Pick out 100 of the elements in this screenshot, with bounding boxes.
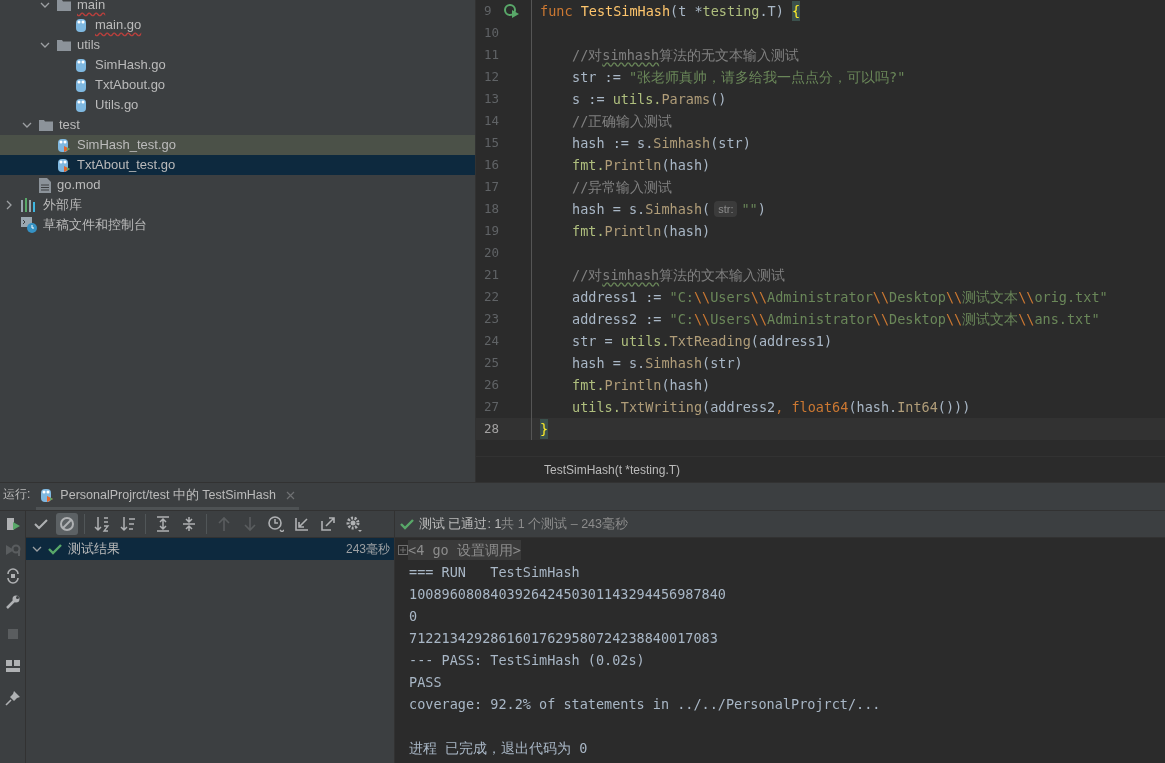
code-line: //正确输入测试 [571, 111, 673, 131]
tree-item[interactable]: TxtAbout.go [0, 75, 475, 95]
tree-item-label: main [77, 0, 106, 15]
tree-item-label: SimHash_test.go [77, 136, 176, 155]
tree-item-label: utils [77, 36, 101, 55]
tree-item-label: go.mod [57, 176, 101, 195]
line-number: 17 [483, 177, 501, 196]
tree-item[interactable]: SimHash_test.go [0, 135, 475, 155]
code-line: func TestSimHash(t *testing.T) { [532, 0, 801, 22]
console-line: PASS [409, 672, 442, 692]
breadcrumb[interactable]: TestSimHash(t *testing.T) [544, 460, 681, 479]
tree-item[interactable]: SimHash.go [0, 55, 475, 75]
gopher-icon [40, 487, 55, 503]
line-number: 19 [483, 221, 501, 240]
folder-icon [57, 0, 71, 11]
line-number: 24 [483, 331, 501, 350]
tree-item[interactable]: main.go [0, 15, 475, 35]
code-line: address2 := "C:\\Users\\Administrator\\Desktop\\测试文本\\ans.txt" [571, 309, 1100, 329]
run-test-icon[interactable] [504, 3, 520, 19]
tree-item[interactable]: TxtAbout_test.go [0, 155, 475, 175]
chevron-down-icon[interactable] [40, 40, 50, 50]
wrench-icon[interactable] [4, 594, 21, 610]
settings-icon [346, 516, 362, 532]
toolbar-button[interactable] [56, 513, 78, 535]
tree-item-label: SimHash.go [95, 56, 166, 75]
tree-item[interactable]: go.mod [0, 175, 475, 195]
console-line: --- PASS: TestSimHash (0.02s) [409, 650, 645, 670]
line-number: 9 [483, 1, 493, 20]
console-line: 进程 已完成，退出代码为 0 [409, 738, 588, 758]
run-tab[interactable]: PersonalProjrct/test 中的 TestSimHash [36, 483, 299, 510]
folder-icon [39, 119, 53, 131]
code-line: hash = s.Simhash( str: "") [571, 199, 766, 220]
tree-item[interactable]: main [0, 0, 475, 15]
code-line: //异常输入测试 [571, 177, 673, 197]
chevron-down-icon[interactable] [32, 544, 42, 554]
rerun-icon[interactable] [4, 516, 21, 532]
console-line: 0 [409, 606, 418, 626]
arrow-up-icon [216, 516, 232, 532]
line-number: 27 [483, 397, 501, 416]
check-icon [400, 518, 414, 530]
check-icon [33, 516, 49, 532]
library-icon [21, 198, 37, 212]
history-icon [268, 516, 284, 532]
line-number: 26 [483, 375, 501, 394]
line-number: 13 [483, 89, 501, 108]
code-line: fmt.Println(hash) [571, 155, 711, 175]
console-line: === RUN TestSimHash [409, 562, 580, 582]
folded-console-lines[interactable]: <4 go 设置调用> [408, 539, 521, 561]
parameter-hint: str: [714, 200, 738, 218]
chevron-down-icon[interactable] [40, 0, 50, 10]
tree-item[interactable]: test [0, 115, 475, 135]
code-line: hash := s.Simhash(str) [571, 133, 751, 153]
chevron-right-icon[interactable] [4, 200, 14, 210]
arrow-down-icon [242, 516, 258, 532]
tree-item-label: test [59, 116, 80, 135]
line-number: 23 [483, 309, 501, 328]
code-line: fmt.Println(hash) [571, 375, 711, 395]
toolbar-button[interactable] [265, 513, 287, 535]
export-icon [320, 516, 336, 532]
layout-icon[interactable] [4, 658, 21, 674]
line-number: 21 [483, 265, 501, 284]
code-line: //对simhash算法的无文本输入测试 [571, 45, 800, 65]
tree-item[interactable]: Utils.go [0, 95, 475, 115]
test-result-row[interactable]: 测试结果 243毫秒 [26, 538, 394, 560]
sort-alphabetical-icon [94, 516, 110, 532]
gopher-icon [75, 57, 89, 73]
line-number: 20 [483, 243, 501, 262]
line-number: 11 [483, 45, 501, 64]
test-duration: 243毫秒 [345, 541, 390, 558]
code-line: utils.TxtWriting(address2, float64(hash.Int64())) [571, 397, 971, 417]
line-number: 16 [483, 155, 501, 174]
line-number: 10 [483, 23, 501, 42]
tree-item[interactable]: 草稿文件和控制台 [0, 215, 475, 235]
code-line: address1 := "C:\\Users\\Administrator\\Desktop\\测试文本\\orig.txt" [571, 287, 1108, 307]
gopher-icon [57, 157, 71, 173]
sort-duration-icon [120, 516, 136, 532]
tree-item[interactable]: 外部库 [0, 195, 475, 215]
collapse-all-icon [181, 516, 197, 532]
tree-item-label: 外部库 [43, 196, 82, 215]
prohibited-icon [59, 516, 75, 532]
code-line: //对simhash算法的文本输入测试 [571, 265, 786, 285]
tree-item-label: TxtAbout.go [95, 76, 166, 95]
pin-icon[interactable] [4, 690, 21, 706]
expand-fold-icon[interactable] [398, 545, 408, 555]
gopher-icon [57, 137, 71, 153]
code-line: fmt.Println(hash) [571, 221, 711, 241]
line-number: 14 [483, 111, 501, 130]
chevron-down-icon[interactable] [22, 120, 32, 130]
code-line: str = utils.TxtReading(address1) [571, 331, 833, 351]
line-number: 18 [483, 199, 501, 218]
tree-item[interactable]: utils [0, 35, 475, 55]
toggle-auto-test-icon[interactable] [4, 568, 21, 584]
tree-item-label: Utils.go [95, 96, 139, 115]
import-icon [294, 516, 310, 532]
code-line: str := "张老师真帅，请多给我一点点分，可以吗?" [571, 67, 906, 87]
code-line: s := utils.Params() [571, 89, 727, 109]
document-icon [39, 177, 51, 193]
tree-item-label: main.go [95, 16, 142, 35]
test-result-label: 测试结果 [68, 540, 121, 559]
line-number: 15 [483, 133, 501, 152]
